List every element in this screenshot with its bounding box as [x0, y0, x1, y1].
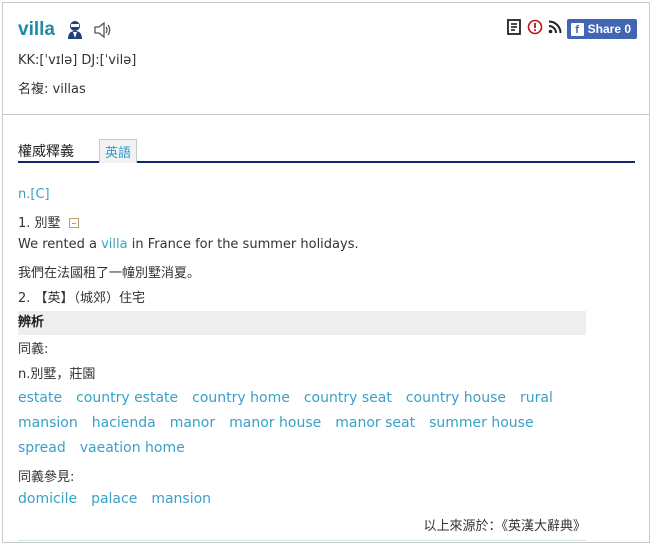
synonym-link[interactable]: mansion [18, 411, 78, 436]
synonym-link[interactable]: country seat [304, 386, 392, 411]
plural-form: 名複: villas [18, 82, 86, 97]
see-also-link[interactable]: domicile [18, 489, 77, 509]
analysis-heading: 辨析 [18, 311, 586, 335]
example-headword-link[interactable]: villa [101, 237, 128, 252]
synonym-link[interactable]: manor house [229, 411, 321, 436]
report-icon[interactable] [527, 19, 543, 39]
sense-2: 2. 【英】（城郊）住宅 [18, 291, 146, 306]
source-attribution: 以上來源於：《英漢大辭典》 [423, 519, 586, 534]
headword: villa [18, 19, 55, 40]
synonym-link[interactable]: spread [18, 436, 66, 461]
speaker-icon[interactable] [93, 21, 113, 43]
word-icons [65, 20, 113, 44]
synonym-links: estate country estate country home country … [18, 386, 586, 461]
facebook-icon: f [570, 22, 584, 36]
example-suffix: in France for the summer holidays. [127, 237, 359, 252]
synonyms-label: 同義: [18, 342, 49, 357]
synonym-link[interactable]: rural [520, 386, 553, 411]
tab-english[interactable]: 英語 [99, 139, 138, 163]
synonym-link[interactable]: country estate [76, 386, 178, 411]
synonym-link[interactable]: country house [406, 386, 506, 411]
word-header: villa KK:[ˈvɪlə] DJ:[ˈvilə] 名複: villas f… [3, 3, 649, 115]
collapse-icon[interactable] [68, 218, 79, 228]
see-also-label: 同義參見: [18, 470, 75, 485]
facebook-share-button[interactable]: f Share 0 [566, 19, 637, 39]
synonym-link[interactable]: hacienda [92, 411, 156, 436]
synonym-link[interactable]: manor [170, 411, 215, 436]
pronunciation: KK:[ˈvɪlə] DJ:[ˈvilə] [18, 53, 137, 68]
sense-1: 1. 別墅 [18, 212, 79, 231]
synonym-link[interactable]: summer house [429, 411, 533, 436]
share-label: Share 0 [587, 22, 631, 36]
part-of-speech: n.[C] [18, 187, 50, 202]
see-also-links: domicile palace mansion [18, 489, 586, 510]
vocabulary-book-icon[interactable] [506, 19, 522, 39]
dictionary-panel: villa KK:[ˈvɪlə] DJ:[ˈvilə] 名複: villas f… [2, 2, 650, 543]
example-prefix: We rented a [18, 237, 102, 252]
synonyms-sense: n.別墅，莊園 [18, 367, 96, 382]
toolbar: f Share 0 [506, 19, 637, 39]
synonym-link[interactable]: estate [18, 386, 62, 411]
definition-tabs: 權威釋義 英語 [18, 137, 635, 163]
example-translation: 我們在法國租了一幢別墅消夏。 [18, 266, 201, 281]
synonym-link[interactable]: manor seat [335, 411, 415, 436]
synonym-link[interactable]: vaeation home [80, 436, 185, 461]
sense-1-text: 1. 別墅 [18, 216, 61, 231]
synonym-link[interactable]: country home [192, 386, 290, 411]
rss-icon[interactable] [548, 20, 562, 38]
example-sentence: We rented a villa in France for the summ… [18, 237, 359, 252]
see-also-link[interactable]: mansion [151, 489, 211, 509]
divider [18, 540, 586, 541]
person-icon[interactable] [65, 20, 85, 44]
see-also-link[interactable]: palace [91, 489, 137, 509]
tab-authoritative-definitions[interactable]: 權威釋義 [18, 141, 74, 161]
